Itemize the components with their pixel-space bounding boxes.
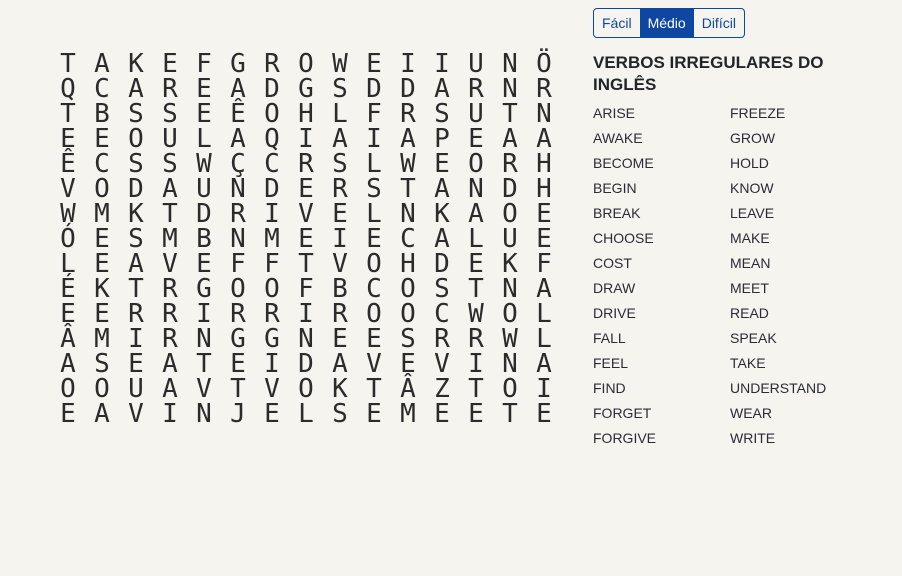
word-list-item: LEAVE — [730, 205, 775, 221]
word-list-item: MEAN — [730, 255, 771, 271]
grid-cell[interactable]: V — [119, 399, 153, 429]
grid-cell[interactable]: T — [493, 399, 527, 429]
word-list-item: DRAW — [593, 280, 636, 296]
grid-cell[interactable]: E — [527, 399, 561, 429]
grid-cell[interactable]: N — [187, 399, 221, 429]
word-list-item: WEAR — [730, 405, 772, 421]
word-list-item: FIND — [593, 380, 626, 396]
word-list-item: CHOOSE — [593, 230, 654, 246]
word-list-item: FORGET — [593, 405, 652, 421]
word-list-item: BREAK — [593, 205, 641, 221]
word-list-item: SPEAK — [730, 330, 777, 346]
word-list-item: FREEZE — [730, 105, 786, 121]
grid-cell[interactable]: E — [357, 399, 391, 429]
grid-cell[interactable]: A — [85, 399, 119, 429]
word-list-item: MAKE — [730, 230, 770, 246]
word-list-item: AWAKE — [593, 130, 643, 146]
word-list-item: DRIVE — [593, 305, 636, 321]
grid-cell[interactable]: E — [255, 399, 289, 429]
grid-cell[interactable]: J — [221, 399, 255, 429]
word-list-item: FORGIVE — [593, 430, 657, 446]
grid-cell[interactable]: L — [289, 399, 323, 429]
word-search-grid: TAKEFGROWEIIUNÖQCAREADGSDDARNRTBSSEÊOHLF… — [51, 49, 561, 429]
difficulty-medium-button[interactable]: Médio — [639, 9, 694, 37]
grid-cell[interactable]: E — [459, 399, 493, 429]
word-list-title: VERBOS IRREGULARES DO INGLÊS — [593, 53, 824, 94]
word-list-item: BEGIN — [593, 180, 637, 196]
grid-cell[interactable]: I — [153, 399, 187, 429]
grid-cell[interactable]: S — [323, 399, 357, 429]
word-list-item: WRITE — [730, 430, 776, 446]
word-list-item: BECOME — [593, 155, 654, 171]
grid-cell[interactable]: M — [391, 399, 425, 429]
word-list-item: GROW — [730, 130, 776, 146]
word-list-item: HOLD — [730, 155, 769, 171]
word-list-item: ARISE — [593, 105, 636, 121]
grid-cell[interactable]: E — [51, 399, 85, 429]
word-list-item: FALL — [593, 330, 626, 346]
word-list-item: MEET — [730, 280, 769, 296]
difficulty-selector: Fácil Médio Difícil — [593, 8, 745, 38]
grid-cell[interactable]: E — [425, 399, 459, 429]
word-list-item: READ — [730, 305, 769, 321]
word-list-item: COST — [593, 255, 632, 271]
word-list-item: FEEL — [593, 355, 629, 371]
difficulty-easy-button[interactable]: Fácil — [594, 9, 640, 37]
word-list-item: KNOW — [730, 180, 774, 196]
word-list-item: UNDERSTAND — [730, 380, 827, 396]
word-list-item: TAKE — [730, 355, 766, 371]
difficulty-hard-button[interactable]: Difícil — [694, 9, 744, 37]
word-list: ARISE AWAKE BECOME BEGIN BREAK CHOOSE COST DRAW… — [593, 102, 850, 452]
